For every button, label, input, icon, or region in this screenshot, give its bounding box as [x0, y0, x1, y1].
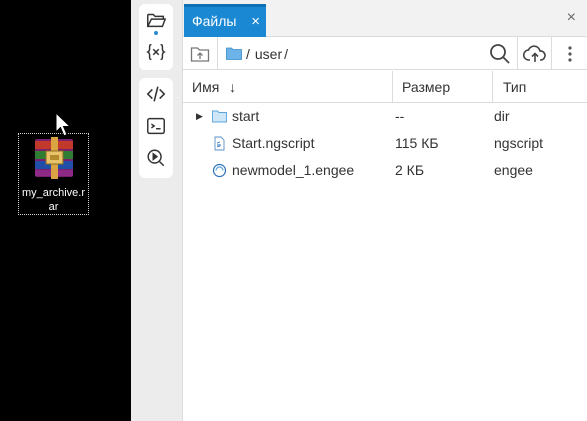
script-file-icon — [214, 136, 225, 151]
activity-bar — [131, 0, 182, 421]
breadcrumb: / user / — [226, 37, 288, 70]
code-activity-button[interactable] — [139, 78, 173, 110]
search-play-icon — [147, 149, 165, 167]
desktop: my_archive.rar — [0, 0, 131, 421]
upload-button[interactable] — [518, 37, 551, 70]
column-divider[interactable] — [492, 71, 493, 103]
file-type: ngscript — [494, 135, 544, 151]
table-row[interactable]: Start.ngscript 115 КБ ngscript — [183, 130, 587, 157]
folder-icon — [226, 47, 242, 60]
tab-files[interactable]: Файлы × — [184, 4, 266, 37]
activity-group-bottom — [139, 78, 173, 178]
engee-model-icon — [212, 163, 227, 178]
mouse-cursor-icon — [55, 112, 72, 137]
folder-up-icon — [190, 46, 210, 62]
activity-group-top — [139, 4, 173, 70]
new-item-menu-button[interactable] — [552, 37, 587, 70]
cloud-upload-icon — [522, 44, 546, 62]
breadcrumb-root[interactable]: / — [246, 46, 250, 62]
files-panel: Файлы × × / user / Имя ↓ Размер Тип ▶ st… — [182, 0, 587, 421]
desktop-file-my-archive[interactable]: my_archive.rar — [18, 133, 89, 215]
winrar-archive-icon — [35, 137, 73, 179]
tab-close-icon[interactable]: × — [251, 7, 260, 36]
terminal-activity-button[interactable] — [139, 110, 173, 142]
file-name: newmodel_1.engee — [232, 162, 355, 178]
terminal-icon — [147, 117, 165, 135]
active-indicator — [154, 31, 158, 35]
file-size: 115 КБ — [395, 135, 439, 151]
file-size: -- — [395, 108, 405, 124]
file-type: dir — [494, 108, 510, 124]
file-size: 2 КБ — [395, 162, 425, 178]
variables-activity-button[interactable] — [139, 36, 173, 68]
file-name: Start.ngscript — [232, 135, 315, 151]
column-divider[interactable] — [392, 71, 393, 103]
files-toolbar: / user / — [183, 37, 587, 70]
search-button[interactable] — [484, 37, 516, 70]
column-name-label: Имя — [192, 79, 220, 95]
parent-folder-button[interactable] — [183, 37, 217, 70]
tab-label: Файлы — [192, 13, 237, 29]
panel-close-icon[interactable]: × — [567, 9, 576, 27]
file-list: ▶ start -- dir Start.ngscript 115 КБ ngs… — [183, 103, 587, 184]
files-activity-button[interactable] — [139, 4, 173, 36]
column-header-name[interactable]: Имя ↓ — [192, 71, 236, 103]
search-run-activity-button[interactable] — [139, 142, 173, 174]
folder-icon — [212, 110, 227, 123]
breadcrumb-user[interactable]: user — [255, 46, 282, 62]
column-header-size[interactable]: Размер — [402, 71, 450, 103]
expand-caret-icon[interactable]: ▶ — [196, 103, 203, 130]
desktop-file-label: my_archive.rar — [22, 187, 85, 213]
breadcrumb-separator: / — [284, 45, 289, 62]
tab-bar: Файлы × × — [183, 0, 587, 37]
folder-open-icon — [147, 13, 167, 28]
variables-icon — [146, 43, 166, 61]
search-icon — [490, 43, 510, 64]
table-row[interactable]: newmodel_1.engee 2 КБ engee — [183, 157, 587, 184]
column-header-type[interactable]: Тип — [503, 71, 526, 103]
file-type: engee — [494, 162, 533, 178]
file-list-header: Имя ↓ Размер Тип — [183, 71, 587, 103]
sort-arrow-icon: ↓ — [229, 79, 237, 95]
code-icon — [146, 86, 166, 102]
more-vertical-icon — [568, 45, 572, 62]
file-name: start — [232, 108, 260, 124]
toolbar-divider — [217, 37, 218, 70]
table-row[interactable]: ▶ start -- dir — [183, 103, 587, 130]
